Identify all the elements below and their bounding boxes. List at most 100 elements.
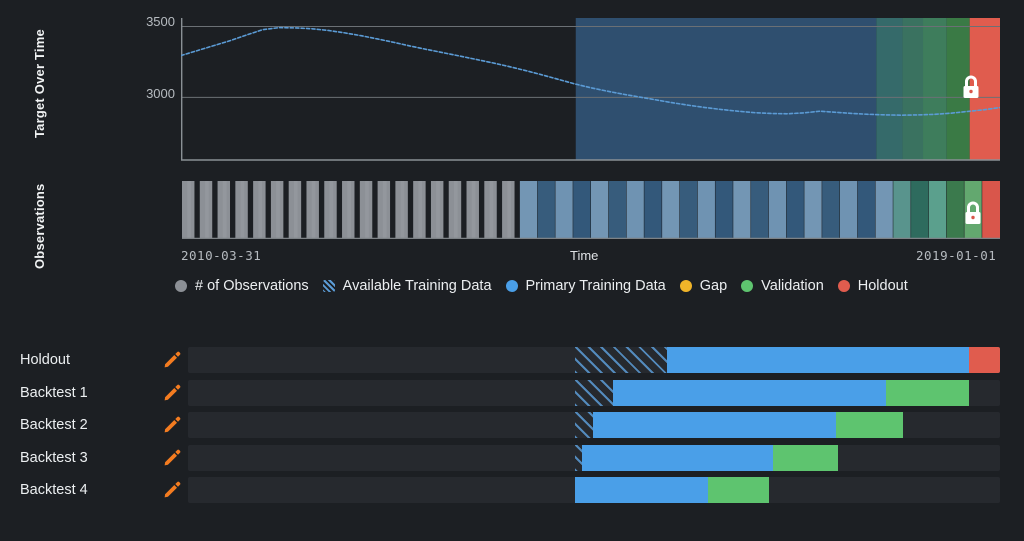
row-backtest-3-edit-pencil-icon[interactable] <box>162 448 182 468</box>
row-backtest-4-timeline-track[interactable] <box>188 477 1000 504</box>
observation-bar-validation-40[interactable] <box>893 181 911 239</box>
x-axis-start-date: 2010-03-31 <box>181 248 262 263</box>
legend-validation-text: Validation <box>761 278 824 294</box>
backtest-rows-list: Holdout Backtest 1 Backtest 2 Backtest 3 Bac… <box>0 344 1024 507</box>
row-backtest-2-timeline-track[interactable] <box>188 412 1000 439</box>
row-backtest-2-edit-pencil-icon[interactable] <box>162 415 182 435</box>
observation-bar-training-19[interactable] <box>519 181 538 239</box>
observation-bar-training-34[interactable] <box>786 181 804 239</box>
legend-holdout-swatch-icon <box>837 280 850 292</box>
legend-available-training-data-text: Available Training Data <box>342 278 492 294</box>
observation-bar-gray-1-shade <box>205 181 209 239</box>
observation-bar-gray-7-shade <box>311 181 316 239</box>
observation-bar-training-29[interactable] <box>697 181 715 239</box>
observation-bar-validation-42[interactable] <box>928 181 947 239</box>
observation-bar-training-37[interactable] <box>839 181 858 239</box>
observation-bar-holdout-45[interactable] <box>982 181 1000 239</box>
legend-observations[interactable]: # of Observations <box>175 278 309 294</box>
lock-keyhole <box>971 215 975 220</box>
observation-bar-gray-4-shade <box>258 181 263 239</box>
observation-bar-gray-6-shade <box>293 181 298 239</box>
observation-bar-validation-41[interactable] <box>911 181 929 239</box>
row-holdout-primary-training-segment[interactable] <box>667 347 970 374</box>
observation-bar-training-36[interactable] <box>822 181 840 239</box>
observation-bar-gray-17-shade <box>489 181 494 239</box>
observation-bar-validation-43[interactable] <box>946 181 964 239</box>
observation-bar-training-28[interactable] <box>679 181 698 239</box>
observation-bar-gray-3-shade <box>240 181 245 239</box>
observation-bar-training-27[interactable] <box>662 181 680 239</box>
validation-band-2[interactable] <box>902 18 924 160</box>
x-axis-title: Time <box>570 248 599 263</box>
observation-bar-gray-16-shade <box>471 181 476 239</box>
row-backtest-1-timeline-track[interactable] <box>188 379 1000 406</box>
observation-bar-training-22[interactable] <box>573 181 591 239</box>
observation-bar-training-26[interactable] <box>644 181 662 239</box>
row-holdout-timeline-track[interactable] <box>188 347 1000 374</box>
validation-band-3[interactable] <box>923 18 947 160</box>
observation-bar-training-31[interactable] <box>733 181 751 239</box>
legend-validation-swatch-icon <box>741 280 754 292</box>
row-backtest-1-primary-training-segment[interactable] <box>612 379 887 406</box>
observation-bar-gray-8-shade <box>329 181 334 239</box>
backtest-configuration-panel: Target Over Time Observations 3500 3000 … <box>0 0 1024 541</box>
legend-validation[interactable]: Validation <box>741 278 824 294</box>
row-backtest-3-label: Backtest 3 <box>20 449 88 466</box>
observation-bar-gray-2-shade <box>222 181 227 239</box>
observation-bar-training-30[interactable] <box>715 181 733 239</box>
row-backtest-3-available-training-segment[interactable] <box>575 444 582 471</box>
row-backtest-4: Backtest 4 <box>0 474 1024 507</box>
observation-bar-gray-9-shade <box>347 181 352 239</box>
row-holdout-holdout-segment[interactable] <box>969 347 1000 374</box>
observation-bar-training-21[interactable] <box>555 181 573 239</box>
row-backtest-1-edit-pencil-icon[interactable] <box>162 383 182 403</box>
observation-bar-gray-14-shade <box>436 181 440 239</box>
observation-bar-training-20[interactable] <box>537 181 555 239</box>
observation-bar-training-38[interactable] <box>857 181 875 239</box>
row-backtest-1-available-training-segment[interactable] <box>575 379 613 406</box>
target-shaded-regions <box>575 18 1000 160</box>
observation-bar-gray-15-shade <box>453 181 458 239</box>
row-holdout: Holdout <box>0 344 1024 377</box>
observation-bar-training-32[interactable] <box>751 181 769 239</box>
row-backtest-4-edit-pencil-icon[interactable] <box>162 480 182 500</box>
lock-keyhole <box>969 89 973 94</box>
observations-label: Observations <box>32 183 47 269</box>
primary-training-region[interactable] <box>575 18 877 160</box>
row-backtest-2-available-training-segment[interactable] <box>575 412 594 439</box>
legend-holdout[interactable]: Holdout <box>837 278 908 294</box>
y-axis-tick-3000: 3000 <box>146 86 175 101</box>
legend-gap-swatch-icon <box>679 280 692 292</box>
y-axis-tick-3500: 3500 <box>146 14 175 29</box>
row-backtest-1-validation-segment[interactable] <box>886 379 970 406</box>
observation-bar-gray-18-shade <box>507 181 512 239</box>
legend-primary-training-data[interactable]: Primary Training Data <box>505 278 666 294</box>
legend-primary-training-data-text: Primary Training Data <box>525 278 666 294</box>
row-holdout-available-training-segment[interactable] <box>575 347 668 374</box>
observation-bar-training-23[interactable] <box>591 181 609 239</box>
legend-gap[interactable]: Gap <box>679 278 727 294</box>
row-backtest-4-label: Backtest 4 <box>20 482 88 499</box>
row-backtest-3-timeline-track[interactable] <box>188 444 1000 471</box>
row-backtest-3-validation-segment[interactable] <box>772 444 838 471</box>
observation-bar-training-24[interactable] <box>608 181 627 239</box>
row-backtest-2: Backtest 2 <box>0 409 1024 442</box>
observation-bar-gray-10-shade <box>365 181 369 239</box>
observation-bar-training-33[interactable] <box>768 181 787 239</box>
validation-band-1[interactable] <box>876 18 903 160</box>
row-holdout-edit-pencil-icon[interactable] <box>162 350 182 370</box>
row-backtest-4-validation-segment[interactable] <box>707 477 769 504</box>
x-axis-end-date: 2019-01-01 <box>916 248 997 263</box>
legend-available-training-data[interactable]: Available Training Data <box>322 278 492 294</box>
legend-observations-swatch-icon <box>175 280 187 292</box>
observation-bar-training-25[interactable] <box>626 181 644 239</box>
row-backtest-3-primary-training-segment[interactable] <box>581 444 773 471</box>
target-chart-svg <box>181 18 1000 161</box>
observation-bar-training-35[interactable] <box>804 181 822 239</box>
row-backtest-2-validation-segment[interactable] <box>835 412 903 439</box>
row-backtest-1: Backtest 1 <box>0 377 1024 410</box>
observation-bar-gray-13-shade <box>418 181 423 239</box>
row-backtest-4-primary-training-segment[interactable] <box>575 477 708 504</box>
row-backtest-2-primary-training-segment[interactable] <box>593 412 836 439</box>
observation-bar-training-39[interactable] <box>875 181 893 239</box>
